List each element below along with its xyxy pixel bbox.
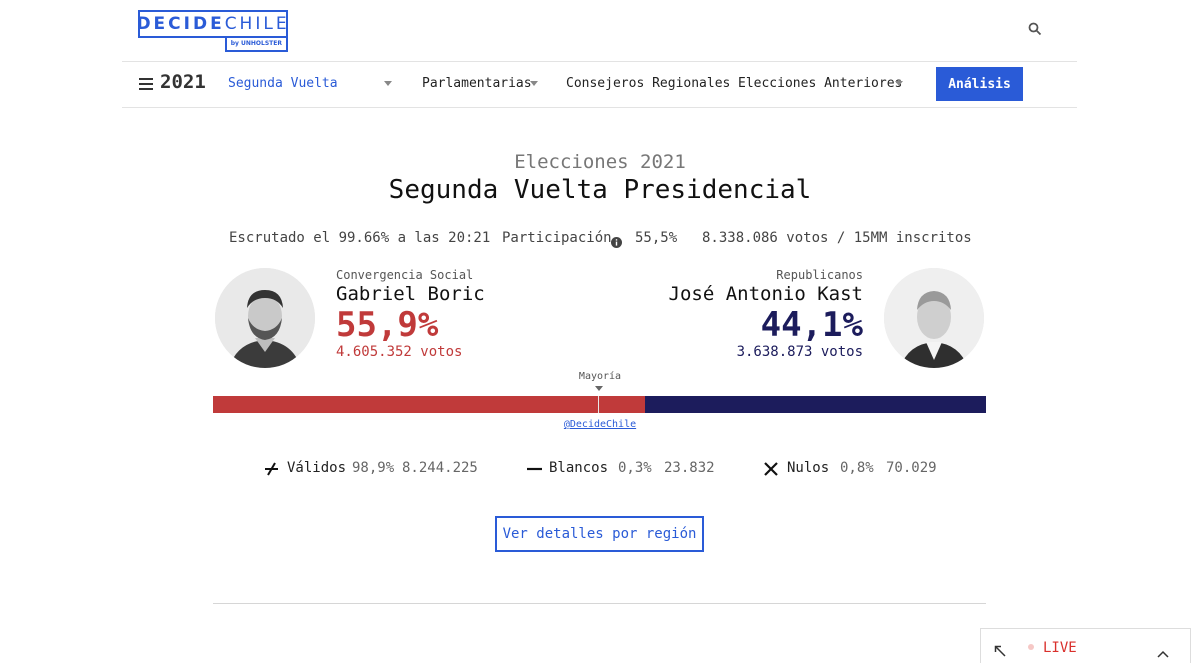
decidechile-logo[interactable]: DECIDE CHILE by UNHOLSTER (136, 10, 288, 52)
candidate-percentage: 55,9% (336, 305, 439, 345)
live-dot-icon (1028, 644, 1034, 650)
search-icon[interactable] (1028, 21, 1042, 36)
check-icon (264, 461, 278, 476)
live-label: LIVE (1043, 640, 1077, 656)
nav-consejeros-regionales[interactable]: Consejeros Regionales (566, 76, 730, 91)
chevron-down-icon[interactable] (895, 81, 903, 86)
candidate-votes: 4.605.352 votos (336, 344, 463, 360)
blank-label: Blancos (549, 460, 609, 476)
region-details-button[interactable]: Ver detalles por región (495, 516, 704, 552)
bar-segment-kast (645, 396, 986, 413)
candidate-photo-boric (215, 268, 315, 368)
analysis-button[interactable]: Análisis (936, 67, 1023, 101)
hamburger-menu-icon[interactable] (139, 78, 153, 90)
valid-count: 8.244.225 (402, 460, 478, 476)
main-nav: 2021 Segunda Vuelta Parlamentarias Conse… (138, 67, 1023, 101)
valid-pct: 98,9% (352, 460, 395, 476)
scrutiny-status: Escrutado el 99.66% a las 20:21 (229, 230, 491, 246)
majority-line (598, 396, 599, 413)
nav-divider (122, 107, 1077, 108)
majority-marker-icon (595, 386, 603, 391)
chevron-down-icon[interactable] (530, 81, 538, 86)
logo-byline: by UNHOLSTER (224, 36, 288, 52)
blank-pct: 0,3% (618, 460, 652, 476)
dash-icon (527, 461, 542, 475)
election-subtitle: Elecciones 2021 (514, 151, 686, 173)
votes-summary: 8.338.086 votos / 15MM inscritos (702, 230, 972, 246)
live-widget[interactable]: LIVE (980, 628, 1191, 663)
null-pct: 0,8% (840, 460, 874, 476)
majority-label: Mayoría (578, 371, 622, 382)
nav-elecciones-anteriores[interactable]: Elecciones Anteriores (738, 76, 902, 91)
null-label: Nulos (787, 460, 830, 476)
candidate-name: José Antonio Kast (668, 283, 863, 305)
candidate-votes: 3.638.873 votos (736, 344, 863, 360)
candidate-photo-kast (884, 268, 984, 368)
bar-segment-boric (213, 396, 646, 413)
nav-segunda-vuelta[interactable]: Segunda Vuelta (228, 76, 338, 91)
year-selector[interactable]: 2021 (160, 71, 206, 93)
expand-icon[interactable] (994, 642, 1006, 661)
credit-link[interactable]: @DecideChile (540, 419, 660, 430)
info-icon[interactable] (611, 233, 622, 248)
participation-label: Participación (502, 230, 612, 246)
candidate-party: Convergencia Social (336, 268, 474, 282)
null-count: 70.029 (886, 460, 937, 476)
candidate-party: Republicanos (776, 268, 863, 282)
section-divider (213, 603, 986, 604)
chevron-down-icon[interactable] (384, 81, 392, 86)
nav-parlamentarias[interactable]: Parlamentarias (422, 76, 532, 91)
logo-wordmark: DECIDE CHILE (136, 10, 288, 38)
candidate-percentage: 44,1% (760, 305, 863, 345)
results-bar (213, 396, 986, 413)
header-divider (122, 61, 1077, 62)
chevron-up-icon[interactable] (1157, 643, 1169, 662)
candidate-name: Gabriel Boric (336, 283, 485, 305)
election-title: Segunda Vuelta Presidencial (388, 175, 812, 205)
blank-count: 23.832 (664, 460, 715, 476)
valid-label: Válidos (287, 460, 347, 476)
x-icon (764, 461, 778, 476)
participation-value: 55,5% (635, 230, 678, 246)
